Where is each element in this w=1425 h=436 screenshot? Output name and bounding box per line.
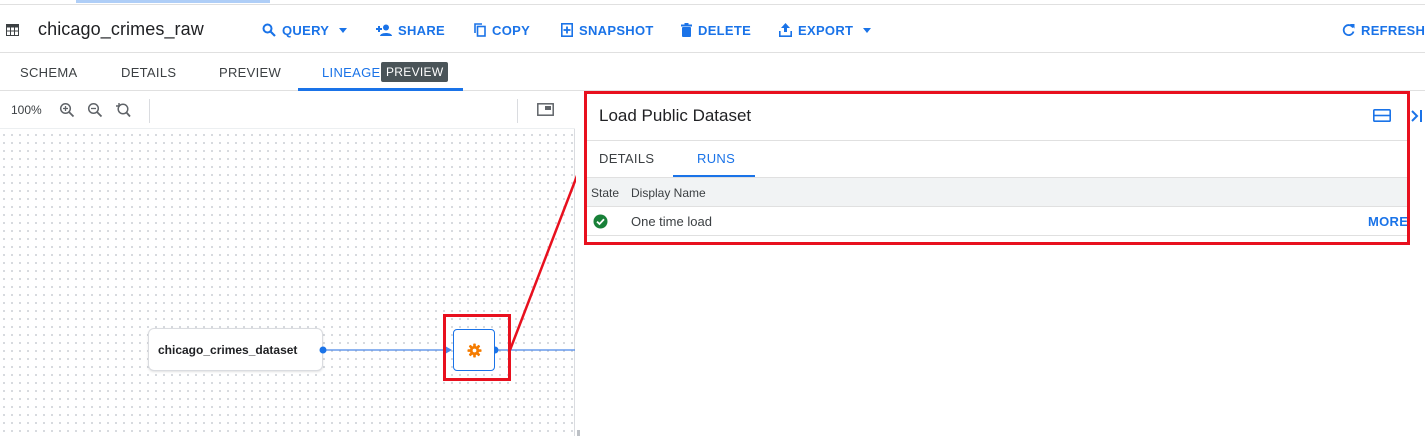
chevron-down-icon xyxy=(339,27,348,33)
refresh-label: REFRESH xyxy=(1361,22,1425,38)
resource-tabs: SCHEMA DETAILS PREVIEW LINEAGE PREVIEW xyxy=(0,53,1425,91)
delete-button[interactable]: DELETE xyxy=(681,21,751,39)
top-progress-rule xyxy=(0,0,1425,5)
delete-label: DELETE xyxy=(698,22,752,38)
zoom-level: 100% xyxy=(11,103,42,117)
upload-icon xyxy=(779,23,792,37)
export-label: EXPORT xyxy=(798,22,854,38)
more-button[interactable]: MORE xyxy=(1368,214,1408,229)
snapshot-button[interactable]: SNAPSHOT xyxy=(561,21,654,39)
export-button[interactable]: EXPORT xyxy=(779,21,872,39)
search-icon xyxy=(262,23,276,37)
refresh-icon xyxy=(1342,24,1355,36)
query-label: QUERY xyxy=(282,22,330,38)
lineage-preview-badge: PREVIEW xyxy=(381,62,449,82)
column-header-state: State xyxy=(591,186,620,200)
zoom-in-icon[interactable] xyxy=(59,102,75,118)
details-panel xyxy=(576,91,1425,436)
person-add-icon xyxy=(376,24,392,36)
panel-tab-details[interactable]: DETAILS xyxy=(599,151,654,166)
lineage-graph-canvas[interactable] xyxy=(0,91,575,436)
copy-button[interactable]: COPY xyxy=(474,21,530,39)
gear-icon xyxy=(467,343,482,358)
table-row[interactable]: One time load MORE xyxy=(587,206,1408,236)
copy-icon xyxy=(474,23,486,37)
collapse-panel-icon[interactable] xyxy=(1410,108,1425,124)
dataset-node-label: chicago_crimes_dataset xyxy=(158,343,298,357)
table-icon xyxy=(6,24,19,36)
panel-tab-runs[interactable]: RUNS xyxy=(697,151,735,166)
toolbar: chicago_crimes_raw QUERY SHARE COPY SNAP… xyxy=(0,6,1425,53)
refresh-button[interactable]: REFRESH xyxy=(1342,21,1425,39)
runs-table-header: State Display Name xyxy=(587,177,1407,206)
scrollbar-thumb[interactable] xyxy=(577,430,580,436)
share-button[interactable]: SHARE xyxy=(376,21,445,39)
panel-header-divider xyxy=(587,140,1407,141)
check-circle-icon xyxy=(593,214,608,229)
tab-lineage[interactable]: LINEAGE xyxy=(322,65,380,80)
tab-preview[interactable]: PREVIEW xyxy=(219,65,281,80)
tab-schema[interactable]: SCHEMA xyxy=(20,65,77,80)
page-title: chicago_crimes_raw xyxy=(38,19,204,39)
graph-zoom-toolbar: 100% xyxy=(0,91,575,129)
copy-label: COPY xyxy=(492,22,531,38)
query-button[interactable]: QUERY xyxy=(262,21,348,39)
panel-layout-icon[interactable] xyxy=(1373,109,1391,122)
zoom-out-icon[interactable] xyxy=(87,102,103,118)
share-label: SHARE xyxy=(398,22,446,38)
panel-title: Load Public Dataset xyxy=(599,106,752,125)
trash-icon xyxy=(681,23,692,37)
chevron-down-icon xyxy=(863,27,872,33)
zoom-toolbar-divider xyxy=(149,99,150,123)
tab-details[interactable]: DETAILS xyxy=(121,65,176,80)
lineage-node-process[interactable] xyxy=(453,329,495,371)
zoom-reset-icon[interactable] xyxy=(115,102,131,118)
zoom-toolbar-divider xyxy=(517,99,518,123)
snapshot-icon xyxy=(561,23,573,37)
snapshot-label: SNAPSHOT xyxy=(579,22,654,38)
lineage-node-dataset[interactable]: chicago_crimes_dataset xyxy=(148,328,323,371)
top-rule-active-segment xyxy=(76,0,270,3)
minimap-toggle-icon[interactable] xyxy=(537,103,554,116)
column-header-display-name: Display Name xyxy=(631,186,706,200)
run-display-name: One time load xyxy=(631,214,712,229)
